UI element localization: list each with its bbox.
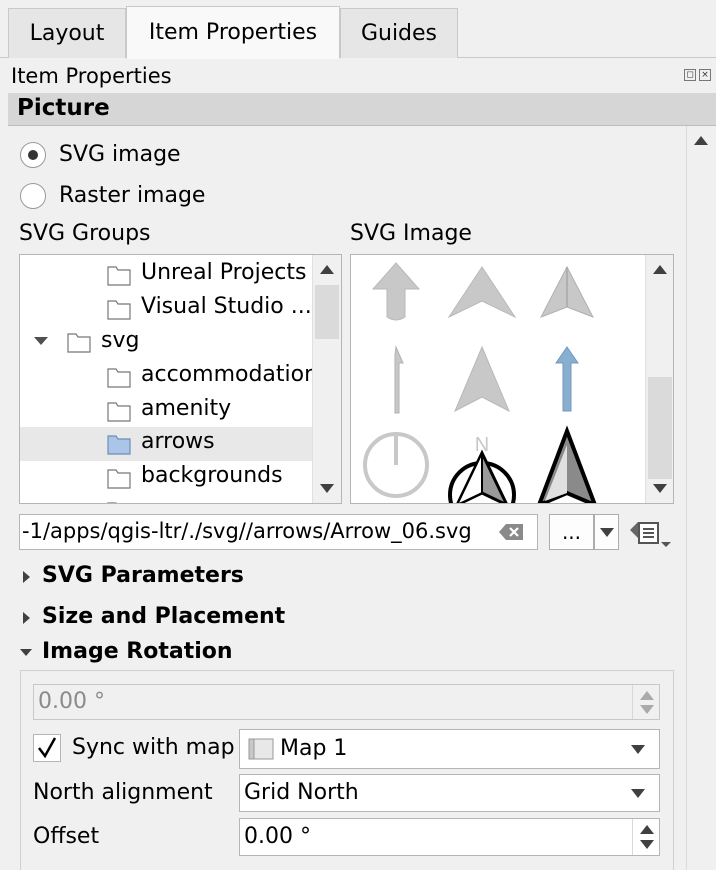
folder-icon <box>107 266 131 286</box>
panel-title: Item Properties <box>11 64 172 88</box>
map-icon <box>248 738 274 760</box>
picture-section-header: Picture <box>8 93 716 126</box>
svg-image-list-label: SVG Image <box>350 221 472 246</box>
north-alignment-label: North alignment <box>33 780 213 805</box>
arrow-thumb-1 <box>371 262 421 321</box>
folder-icon <box>67 333 91 353</box>
expand-icon[interactable] <box>34 337 48 345</box>
north-alignment-combo[interactable]: Grid North <box>239 774 660 812</box>
chevron-down-icon <box>631 745 645 754</box>
checkmark-icon <box>38 737 57 759</box>
tab-bar: Layout Item Properties Guides <box>0 0 716 59</box>
svg-groups-scrollbar[interactable] <box>312 255 341 503</box>
arrow-thumb-5 <box>454 345 510 413</box>
map-combo[interactable]: Map 1 <box>239 729 660 769</box>
arrow-thumb-9 <box>537 425 597 503</box>
tab-guides[interactable]: Guides <box>340 8 458 58</box>
scroll-down-icon[interactable] <box>320 484 334 493</box>
svg-thumbnails: N <box>363 262 597 503</box>
data-defined-override-icon[interactable] <box>628 518 674 550</box>
raster-image-radio[interactable] <box>20 183 46 209</box>
chevron-down-icon <box>599 527 614 537</box>
arrow-thumb-2 <box>447 266 517 319</box>
folder-icon <box>107 502 117 503</box>
svg-parameters-header[interactable]: SVG Parameters <box>42 563 244 588</box>
clear-icon[interactable] <box>498 523 524 541</box>
tree-item-svg[interactable]: svg <box>20 326 312 360</box>
svg-image-scrollbar[interactable] <box>645 255 673 503</box>
spin-up-icon[interactable] <box>640 825 654 834</box>
svg-image-label: SVG image <box>59 142 181 167</box>
offset-spinbox[interactable]: 0.00 ° <box>239 818 660 856</box>
expand-icon[interactable] <box>23 571 30 583</box>
scroll-up-icon[interactable] <box>694 136 708 145</box>
folder-icon <box>107 368 131 388</box>
offset-label: Offset <box>33 824 100 849</box>
raster-image-label: Raster image <box>59 183 206 208</box>
arrow-thumb-8: N <box>448 434 516 503</box>
browse-button[interactable]: ... <box>549 514 594 550</box>
svg-path-input[interactable]: -1/apps/qgis-ltr/./svg//arrows/Arrow_06.… <box>19 514 538 550</box>
arrow-thumb-3 <box>539 265 595 318</box>
tree-item-unreal-projects[interactable]: Unreal Projects <box>20 258 312 292</box>
svg-groups-label: SVG Groups <box>19 221 151 246</box>
close-icon[interactable]: × <box>699 69 711 81</box>
scroll-up-icon[interactable] <box>653 265 667 274</box>
image-rotation-header[interactable]: Image Rotation <box>42 639 233 664</box>
spin-up-icon[interactable] <box>640 691 654 700</box>
svg-image-grid[interactable]: N <box>350 254 674 504</box>
svg-groups-tree[interactable]: Unreal Projects Visual Studio ... svg ac… <box>19 254 342 504</box>
folder-icon <box>107 469 131 489</box>
folder-icon <box>107 435 131 455</box>
collapse-icon[interactable] <box>20 649 32 656</box>
float-icon[interactable]: ◻ <box>684 69 696 81</box>
rotation-spinbox[interactable]: 0.00 ° <box>33 684 660 720</box>
main-scrollbar[interactable] <box>686 126 716 870</box>
arrow-thumb-7 <box>363 432 429 498</box>
tree-item-visual-studio[interactable]: Visual Studio ... <box>20 292 312 326</box>
arrow-thumb-4 <box>394 345 404 414</box>
svg-image-radio[interactable] <box>20 142 46 168</box>
browse-menu-button[interactable] <box>594 514 619 550</box>
spin-down-icon[interactable] <box>640 705 654 714</box>
arrow-thumb-6 <box>555 346 579 412</box>
tree-item-accommodation[interactable]: accommodation <box>20 360 318 394</box>
size-placement-header[interactable]: Size and Placement <box>42 604 285 629</box>
scroll-up-icon[interactable] <box>320 265 334 274</box>
scroll-down-icon[interactable] <box>653 484 667 493</box>
chevron-down-icon <box>631 789 645 798</box>
tab-item-properties[interactable]: Item Properties <box>126 6 340 59</box>
section-title: Picture <box>17 95 110 121</box>
scroll-thumb[interactable] <box>648 377 672 479</box>
sync-with-map-label: Sync with map <box>72 735 235 760</box>
scroll-thumb[interactable] <box>315 285 339 339</box>
tab-layout[interactable]: Layout <box>8 8 126 58</box>
tree-item-amenity[interactable]: amenity <box>20 394 312 428</box>
folder-icon <box>107 402 131 422</box>
tree-item-arrows[interactable]: arrows <box>20 427 312 461</box>
spin-down-icon[interactable] <box>640 840 654 849</box>
sync-with-map-checkbox[interactable] <box>33 734 61 762</box>
tree-item-partial <box>20 495 312 503</box>
tree-item-backgrounds[interactable]: backgrounds <box>20 461 312 495</box>
folder-icon <box>107 300 131 320</box>
expand-icon[interactable] <box>23 612 30 624</box>
